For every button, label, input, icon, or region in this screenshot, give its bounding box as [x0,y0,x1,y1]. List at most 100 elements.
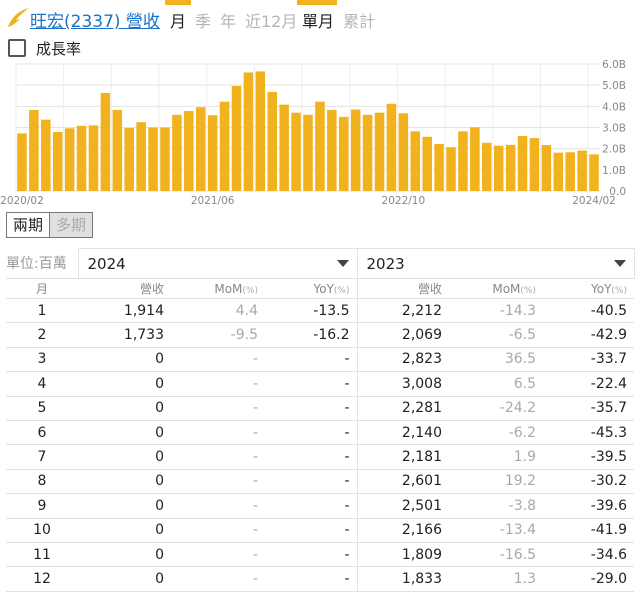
bar [17,133,27,191]
cell-revenue-a: 0 [78,371,171,397]
tab-year[interactable]: 年 [220,8,236,32]
bar [565,152,575,191]
tab-last-12-months[interactable]: 近12月 [245,8,297,32]
cell-month: 6 [6,420,78,446]
cell-mom-a: - [171,493,265,519]
year-a-select[interactable]: 2024 [77,248,358,279]
cell-month: 11 [6,542,78,568]
cell-revenue-a: 0 [78,469,171,495]
bar [505,144,516,191]
cell-month: 8 [6,469,78,495]
bar [267,91,278,191]
col-mom-b-unit: (%) [520,285,536,296]
col-yoy-a: YoY(%) [265,278,357,299]
cell-mom-b: -16.5 [449,542,543,568]
bar [386,103,397,191]
growth-rate-checkbox[interactable] [8,39,26,57]
year-b-select[interactable]: 2023 [356,248,635,279]
cell-yoy-a: - [265,420,357,446]
table-row: 1 1,914 4.4 -13.5 2,212 -14.3 -40.5 [6,298,634,324]
cell-revenue-b: 2,501 [356,493,449,519]
table-row: 3 0- -2,823 36.5 -33.7 [6,347,634,373]
y-tick-label: 2.0B [602,144,626,156]
bar [350,109,361,191]
col-mom-b-label: MoM [492,281,521,296]
col-mom-b: MoM(%) [449,278,543,299]
year-selector-row: 單位:百萬 2024 2023 [6,248,635,279]
col-mom-a-label: MoM [214,281,243,296]
cell-mom-b: 1.3 [449,566,543,592]
cell-revenue-a: 0 [78,347,171,373]
bar [446,147,456,191]
cell-mom-b: -6.2 [449,420,543,446]
cell-month: 3 [6,347,78,373]
unit-label: 單位:百萬 [6,248,78,279]
cell-yoy-a: -16.2 [265,322,357,348]
table-row: 7 0- -2,181 1.9 -39.5 [6,444,634,470]
cell-revenue-a: 1,914 [78,298,171,324]
table-row: 5 0- -2,281 -24.2 -35.7 [6,396,634,421]
bar [124,127,134,191]
col-month: 月 [6,278,78,299]
cell-mom-a: - [171,566,265,592]
cell-revenue-b: 2,281 [356,396,449,421]
tab-month[interactable]: 月 [170,8,186,32]
bar [458,131,468,191]
tab-single-month[interactable]: 單月 [302,8,334,32]
y-tick-label: 4.0B [602,101,626,113]
cell-revenue-a: 0 [78,396,171,421]
cell-month: 7 [6,444,78,470]
cell-mom-a: - [171,371,265,397]
bar [577,150,587,191]
cell-mom-b: -14.3 [449,298,543,324]
col-yoy-b-label: YoY [591,281,612,296]
y-tick-label: 6.0B [602,59,626,71]
bar [41,119,51,191]
y-tick-label: 3.0B [602,123,626,135]
period-toggle[interactable]: 兩期 多期 [6,212,94,238]
year-a-value: 2024 [87,255,126,273]
cell-mom-b: 1.9 [449,444,543,470]
bar [398,113,409,191]
cell-revenue-b: 3,008 [356,371,449,397]
cell-yoy-b: -41.9 [543,518,634,543]
cell-yoy-a: -13.5 [265,298,357,324]
cell-mom-a: - [171,347,265,373]
bar [482,142,492,191]
bar [338,116,349,191]
cell-mom-a: - [171,542,265,568]
bar [470,127,480,191]
bar [136,122,146,191]
col-mom-a: MoM(%) [171,278,265,299]
cell-mom-a: - [171,469,265,495]
bar [148,127,158,191]
two-period-button[interactable]: 兩期 [7,213,51,237]
table-row: 8 0- -2,601 19.2 -30.2 [6,469,634,495]
cell-revenue-b: 2,069 [356,322,449,348]
cell-mom-b: -3.8 [449,493,543,519]
table-row: 2 1,733 -9.5 -16.2 2,069 -6.5 -42.9 [6,322,634,348]
table-row: 4 0- -3,008 6.5 -22.4 [6,371,634,397]
growth-rate-label: 成長率 [36,40,82,58]
cell-yoy-a: - [265,566,357,592]
cell-mom-a: - [171,444,265,470]
col-revenue-b: 營收 [356,278,449,299]
tab-quarter[interactable]: 季 [195,8,211,32]
cell-yoy-a: - [265,542,357,568]
header: 旺宏(2337) 營收 月 季 年 近12月 單月 累計 [0,0,640,36]
bar [255,71,266,191]
cell-revenue-a: 0 [78,420,171,446]
cell-yoy-b: -35.7 [543,396,634,421]
bar [52,131,63,191]
stock-revenue-link[interactable]: 旺宏(2337) 營收 [30,7,160,32]
cell-mom-b: 19.2 [449,469,543,495]
chevron-down-icon [613,260,626,267]
bar [279,104,289,191]
bar [231,86,242,191]
cell-month: 1 [6,298,78,324]
cell-month: 5 [6,396,78,421]
multi-period-button[interactable]: 多期 [50,213,93,237]
tab-cumulative[interactable]: 累計 [343,8,375,32]
y-tick-label: 1.0B [602,165,626,177]
bar [434,144,444,191]
